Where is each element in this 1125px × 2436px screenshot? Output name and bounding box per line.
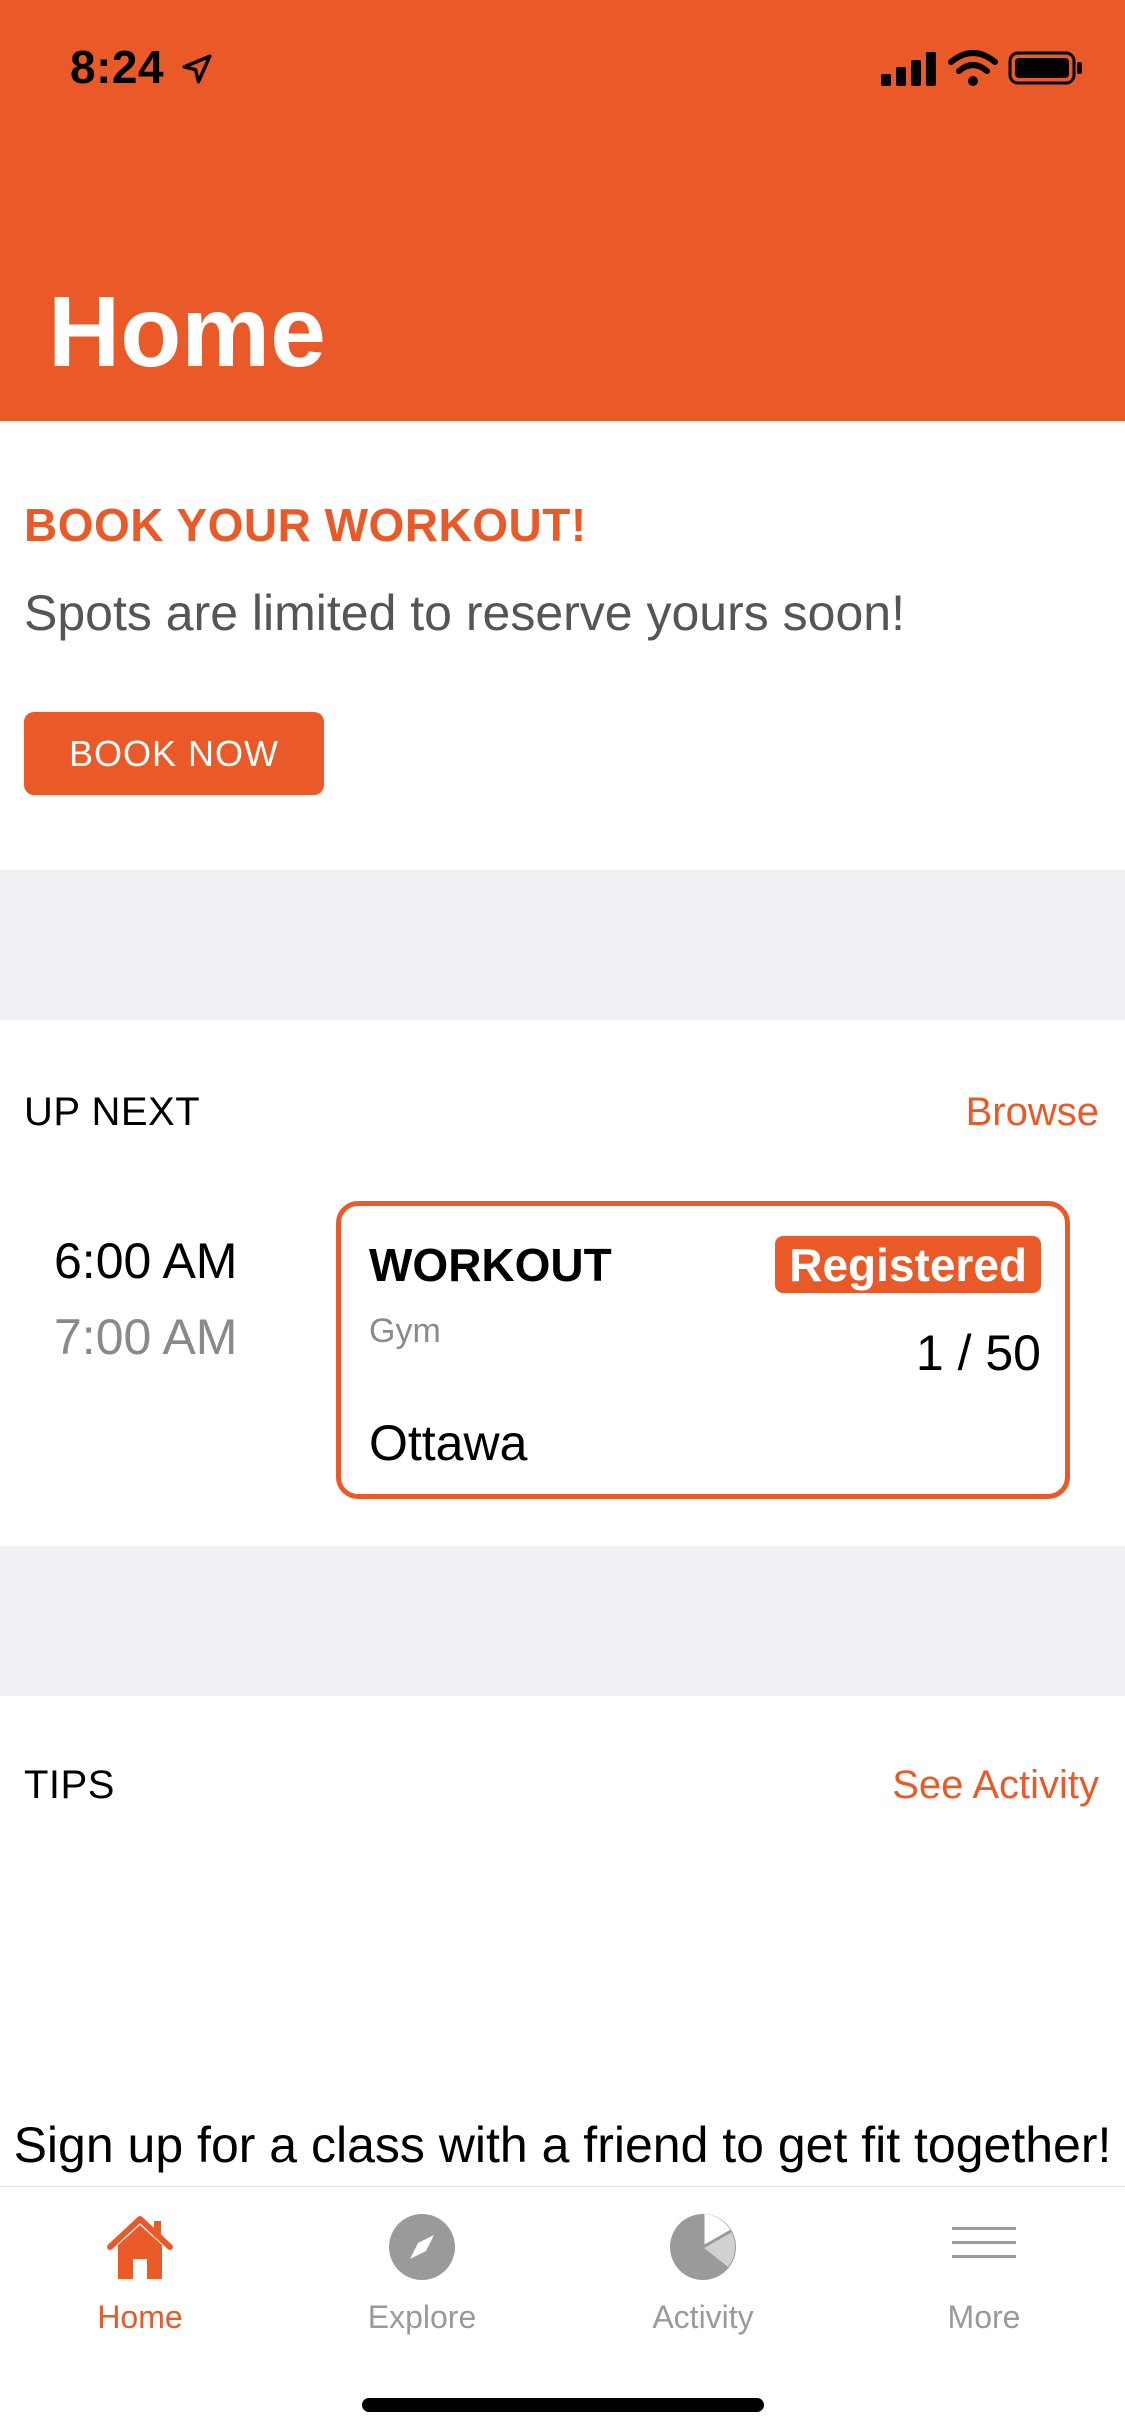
section-separator (0, 1546, 1125, 1696)
see-activity-link[interactable]: See Activity (892, 1763, 1099, 1808)
promo-subtitle: Spots are limited to reserve yours soon! (24, 585, 905, 641)
status-badge: Registered (775, 1236, 1041, 1293)
tab-label: Explore (367, 2299, 477, 2335)
browse-link[interactable]: Browse (966, 1090, 1099, 1135)
cellular-signal-icon (881, 52, 936, 86)
class-location: Ottawa (369, 1415, 528, 1471)
header-bar: 8:24 Home (0, 0, 1125, 421)
tip-text: Sign up for a class with a friend to get… (13, 2117, 1112, 2173)
up-next-heading: UP NEXT (24, 1090, 201, 1134)
section-separator (0, 870, 1125, 1020)
menu-icon (952, 2227, 1016, 2258)
book-now-button[interactable]: BOOK NOW (24, 712, 324, 795)
promo-title: BOOK YOUR WORKOUT! (24, 499, 587, 551)
tips-heading: TIPS (24, 1763, 115, 1807)
class-card[interactable]: WORKOUT Registered Gym 1 / 50 Ottawa (336, 1201, 1070, 1499)
home-indicator (362, 2398, 764, 2412)
battery-icon (1008, 51, 1082, 85)
tab-more[interactable]: More (884, 2209, 1084, 2349)
tab-activity[interactable]: Activity (603, 2209, 803, 2349)
status-time: 8:24 (70, 41, 165, 93)
status-bar: 8:24 (0, 0, 1125, 132)
tab-label: Home (97, 2299, 183, 2335)
tab-explore[interactable]: Explore (322, 2209, 522, 2349)
class-end-time: 7:00 AM (54, 1309, 238, 1365)
class-category: Gym (369, 1312, 441, 1350)
class-name: WORKOUT (369, 1239, 612, 1291)
tab-label: Activity (652, 2299, 754, 2335)
home-icon (107, 2216, 173, 2279)
tab-label: More (947, 2299, 1021, 2335)
pie-chart-icon (670, 2214, 736, 2280)
wifi-icon (948, 50, 998, 86)
compass-icon (389, 2214, 455, 2280)
location-arrow-icon (182, 54, 212, 84)
class-capacity: 1 / 50 (915, 1325, 1041, 1381)
class-start-time: 6:00 AM (54, 1233, 238, 1289)
page-title: Home (48, 276, 326, 388)
tab-home[interactable]: Home (40, 2209, 240, 2349)
